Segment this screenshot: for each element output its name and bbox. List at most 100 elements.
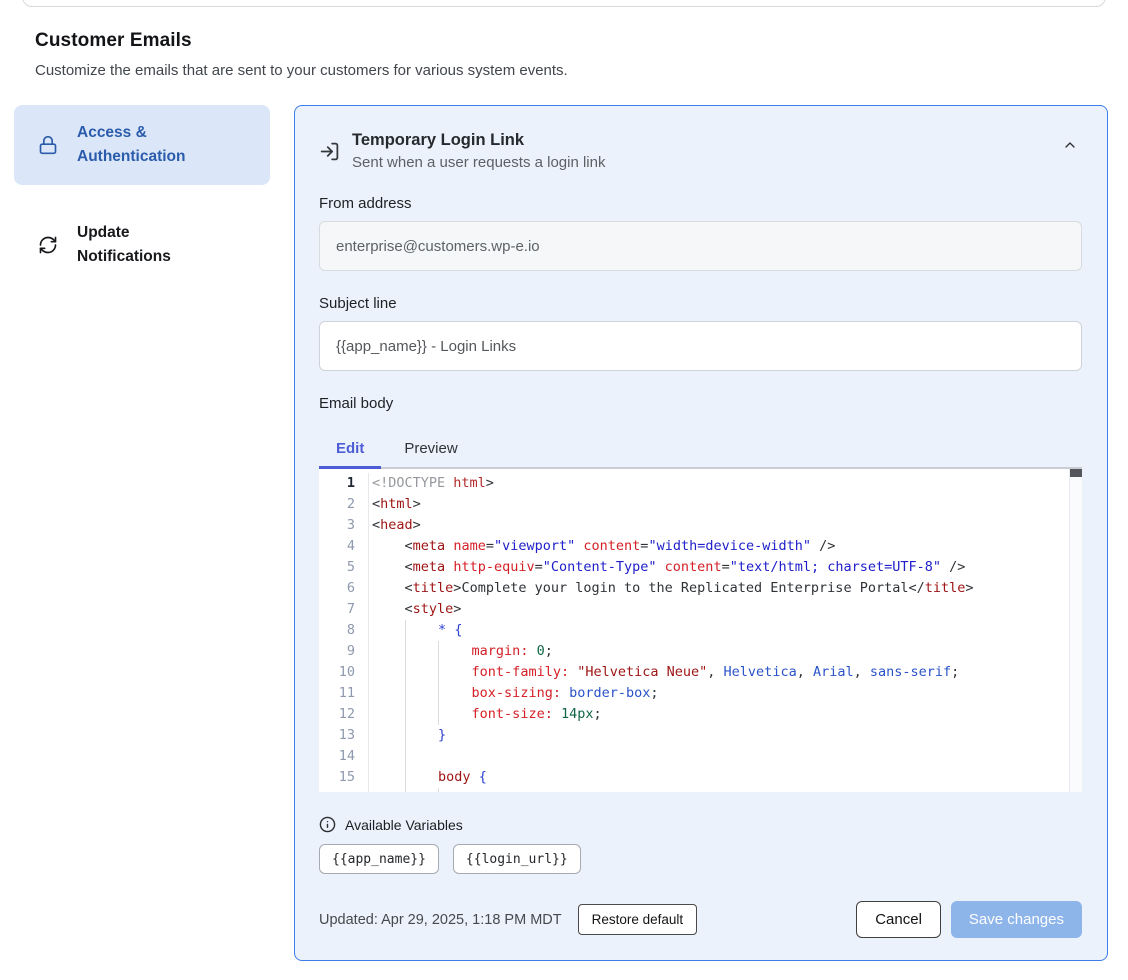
line-number: 1: [319, 473, 369, 494]
tab-preview[interactable]: Preview: [387, 429, 474, 467]
chevron-up-icon: [1062, 141, 1078, 156]
indent-guide: [438, 788, 472, 792]
code-line-text: margin: 0;: [369, 641, 553, 662]
line-number: 9: [319, 641, 369, 662]
indent-guide: [405, 704, 439, 725]
code-line-text: <title>Complete your login to the Replic…: [369, 578, 974, 599]
variable-chip-login-url[interactable]: {{login_url}}: [453, 844, 581, 874]
code-line[interactable]: 7 <style>: [319, 599, 1082, 620]
variable-chip-app-name[interactable]: {{app_name}}: [319, 844, 439, 874]
indent-guide: [405, 662, 439, 683]
code-line[interactable]: 9 margin: 0;: [319, 641, 1082, 662]
code-line[interactable]: 12 font-size: 14px;: [319, 704, 1082, 725]
line-number: 10: [319, 662, 369, 683]
code-line[interactable]: 8 * {: [319, 620, 1082, 641]
from-address-input[interactable]: [319, 221, 1082, 271]
code-line[interactable]: 2<html>: [319, 494, 1082, 515]
code-editor[interactable]: 1<!DOCTYPE html>2<html>3<head>4 <meta na…: [319, 467, 1082, 792]
line-number: 8: [319, 620, 369, 641]
line-number: 12: [319, 704, 369, 725]
line-number: 13: [319, 725, 369, 746]
line-number: 5: [319, 557, 369, 578]
template-subtitle: Sent when a user requests a login link: [352, 154, 1058, 171]
code-line-text: <!DOCTYPE html>: [369, 473, 494, 494]
template-footer: Updated: Apr 29, 2025, 1:18 PM MDT Resto…: [319, 901, 1082, 938]
code-line-text: <html>: [369, 494, 421, 515]
code-line-text: }: [369, 725, 446, 746]
subject-line-label: Subject line: [319, 295, 1082, 312]
available-variables-label: Available Variables: [345, 817, 463, 833]
indent-guide: [405, 788, 439, 792]
indent-guide: [405, 683, 439, 704]
line-number: 15: [319, 767, 369, 788]
line-number: 6: [319, 578, 369, 599]
page: Customer Emails Customize the emails tha…: [0, 0, 1128, 980]
indent-guide: [405, 620, 439, 641]
line-number: 2: [319, 494, 369, 515]
indent-guide: [438, 662, 472, 683]
code-line-text: <style>: [369, 599, 461, 620]
content-row: Access & Authentication Update Notificati…: [14, 105, 1108, 961]
editor-scrollbar-thumb[interactable]: [1070, 469, 1082, 477]
collapse-section-button[interactable]: [1058, 133, 1082, 160]
line-number: 7: [319, 599, 369, 620]
code-line-text: <meta http-equiv="Content-Type" content=…: [369, 557, 965, 578]
lock-icon: [38, 135, 58, 155]
template-header: Temporary Login Link Sent when a user re…: [319, 131, 1082, 171]
from-address-label: From address: [319, 195, 1082, 212]
indent-guide: [405, 767, 439, 788]
sidebar-item-label: Access & Authentication: [77, 121, 227, 169]
page-header: Customer Emails Customize the emails tha…: [0, 0, 1128, 79]
line-number: 3: [319, 515, 369, 536]
page-title: Customer Emails: [35, 30, 1093, 52]
code-line[interactable]: 10 font-family: "Helvetica Neue", Helvet…: [319, 662, 1082, 683]
code-line[interactable]: 14: [319, 746, 1082, 767]
line-number: 14: [319, 746, 369, 767]
line-number: 16: [319, 788, 369, 792]
sidebar-item-access-authentication[interactable]: Access & Authentication: [14, 105, 270, 185]
tab-edit[interactable]: Edit: [319, 429, 381, 467]
code-line[interactable]: 3<head>: [319, 515, 1082, 536]
code-line[interactable]: 13 }: [319, 725, 1082, 746]
save-changes-button[interactable]: Save changes: [951, 901, 1082, 938]
cancel-button[interactable]: Cancel: [856, 901, 941, 938]
line-number: 4: [319, 536, 369, 557]
code-line[interactable]: 15 body {: [319, 767, 1082, 788]
updated-timestamp: Updated: Apr 29, 2025, 1:18 PM MDT: [319, 912, 562, 928]
code-line-text: background-color: #ffffff;: [369, 788, 683, 792]
template-title: Temporary Login Link: [352, 131, 1058, 150]
email-template-card: Temporary Login Link Sent when a user re…: [294, 105, 1108, 961]
code-line[interactable]: 6 <title>Complete your login to the Repl…: [319, 578, 1082, 599]
sidebar-item-update-notifications[interactable]: Update Notifications: [14, 205, 270, 285]
code-line-text: body {: [369, 767, 487, 788]
code-line[interactable]: 11 box-sizing: border-box;: [319, 683, 1082, 704]
subject-line-input[interactable]: [319, 321, 1082, 371]
indent-guide: [405, 725, 439, 746]
indent-guide: [438, 683, 472, 704]
code-line[interactable]: 4 <meta name="viewport" content="width=d…: [319, 536, 1082, 557]
email-body-tabs: EditPreview: [319, 429, 1082, 467]
available-variables-header: Available Variables: [319, 816, 1082, 833]
variable-chips: {{app_name}} {{login_url}}: [319, 844, 1082, 874]
template-header-text: Temporary Login Link Sent when a user re…: [352, 131, 1058, 171]
editor-scrollbar[interactable]: [1069, 469, 1082, 792]
code-line-text: font-family: "Helvetica Neue", Helvetica…: [369, 662, 959, 683]
log-in-icon: [319, 141, 340, 162]
email-body-label: Email body: [319, 395, 1082, 412]
code-line-text: * {: [369, 620, 462, 641]
indent-guide: [405, 746, 406, 767]
code-line[interactable]: 16 background-color: #ffffff;: [319, 788, 1082, 792]
code-editor-content: 1<!DOCTYPE html>2<html>3<head>4 <meta na…: [319, 469, 1082, 792]
info-icon: [319, 816, 336, 833]
indent-guide: [438, 704, 472, 725]
code-line[interactable]: 5 <meta http-equiv="Content-Type" conten…: [319, 557, 1082, 578]
code-line-text: [369, 746, 406, 767]
code-line-text: box-sizing: border-box;: [369, 683, 659, 704]
line-number: 11: [319, 683, 369, 704]
page-subtitle: Customize the emails that are sent to yo…: [35, 62, 1093, 79]
sidebar-item-label: Update Notifications: [77, 221, 227, 269]
code-line-text: font-size: 14px;: [369, 704, 602, 725]
restore-default-button[interactable]: Restore default: [578, 904, 698, 935]
previous-card-edge: [22, 0, 1106, 7]
code-line[interactable]: 1<!DOCTYPE html>: [319, 473, 1082, 494]
